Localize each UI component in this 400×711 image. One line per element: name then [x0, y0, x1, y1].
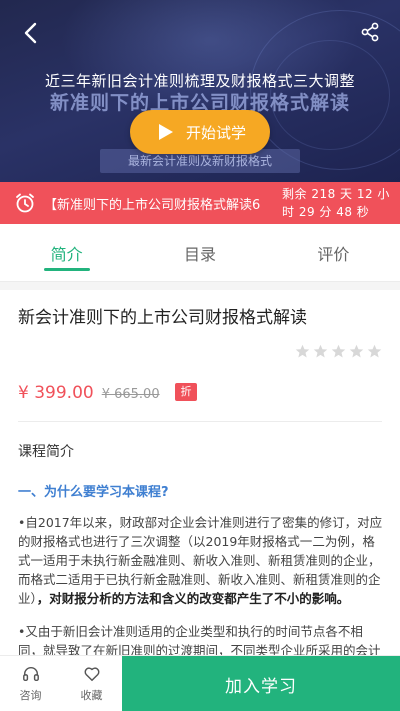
countdown-line-1: 剩余 218 天 12 小	[282, 187, 390, 201]
tab-catalog[interactable]: 目录	[133, 224, 266, 281]
promo-text: 【新准则下的上市公司财报格式解读6	[44, 197, 261, 213]
start-trial-button[interactable]: 开始试学	[130, 110, 270, 154]
intro-paragraph-emphasis: ，对财报分析的方法和含义的改变都产生了不小的影响。	[36, 591, 350, 606]
star-icon	[295, 344, 310, 358]
section-separator	[0, 282, 400, 290]
share-icon	[361, 22, 379, 42]
discount-badge: 折	[175, 383, 197, 401]
start-trial-label: 开始试学	[185, 123, 246, 142]
heart-icon	[84, 666, 99, 681]
alarm-clock-icon	[16, 193, 34, 213]
tab-intro[interactable]: 简介	[0, 224, 133, 281]
star-icon	[367, 344, 382, 358]
original-price: ¥ 665.00	[101, 387, 160, 402]
rating-stars	[295, 344, 382, 359]
countdown-line-2: 时 29 分 48 秒	[282, 205, 370, 219]
course-banner: 新准则下的上市公司财报格式解读 近三年新旧会计准则梳理及财报格式三大调整 最新会…	[0, 0, 400, 182]
divider	[18, 421, 382, 422]
course-title: 新会计准则下的上市公司财报格式解读	[18, 308, 307, 328]
price-row: ¥ 399.00 ¥ 665.00	[18, 383, 160, 403]
headset-icon	[22, 666, 39, 681]
favorite-button[interactable]: 收藏	[61, 656, 122, 711]
intro-paragraph: •自2017年以来，财政部对企业会计准则进行了密集的修订，对应的财报格式也进行了…	[18, 513, 384, 608]
intro-question: 一、为什么要学习本课程?	[18, 485, 169, 500]
promo-countdown-bar[interactable]: 【新准则下的上市公司财报格式解读6 剩余 218 天 12 小 时 29 分 4…	[0, 182, 400, 224]
current-price: ¥ 399.00	[18, 383, 94, 403]
join-study-button[interactable]: 加入学习	[122, 656, 400, 711]
star-icon	[313, 344, 328, 358]
chevron-left-icon	[24, 22, 37, 44]
favorite-label: 收藏	[80, 688, 103, 702]
course-tabs: 简介 目录 评价	[0, 224, 400, 282]
bottom-action-bar: 咨询 收藏 加入学习	[0, 655, 400, 711]
countdown-timer: 剩余 218 天 12 小 时 29 分 48 秒	[282, 185, 394, 221]
consult-label: 咨询	[19, 688, 42, 702]
banner-headline: 近三年新旧会计准则梳理及财报格式三大调整	[44, 72, 355, 90]
share-button[interactable]	[358, 20, 382, 44]
star-icon	[331, 344, 346, 358]
consult-button[interactable]: 咨询	[0, 656, 61, 711]
star-icon	[349, 344, 364, 358]
tab-reviews[interactable]: 评价	[267, 224, 400, 281]
intro-heading: 课程简介	[18, 444, 74, 460]
play-icon	[158, 124, 173, 140]
back-button[interactable]	[18, 20, 44, 46]
